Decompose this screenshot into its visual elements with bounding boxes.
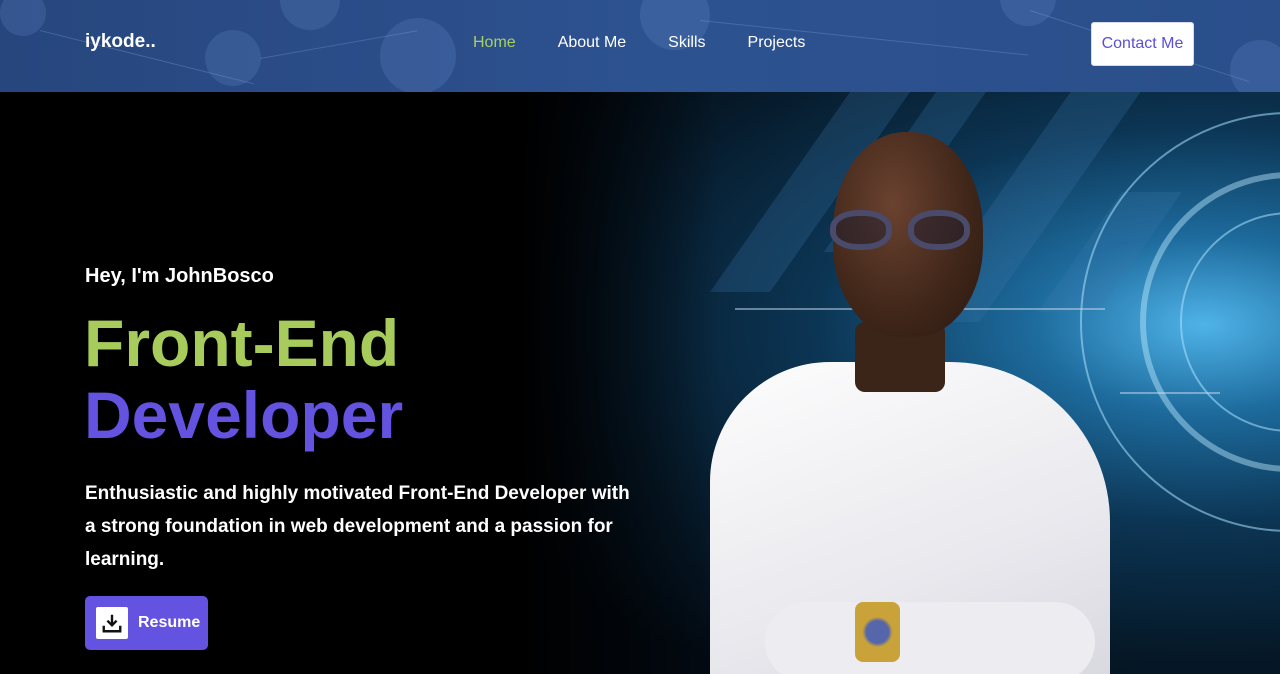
hero-title-line1: Front-End — [84, 306, 400, 380]
navbar: iykode.. Home About Me Skills Projects C… — [0, 0, 1280, 92]
hero-section: Hey, I'm JohnBosco Front-End Developer E… — [0, 92, 1280, 674]
profile-photo — [705, 132, 1125, 674]
nav-links: Home About Me Skills Projects — [473, 34, 847, 52]
brand-logo[interactable]: iykode.. — [85, 31, 156, 53]
resume-button-label: Resume — [138, 614, 201, 631]
hero-description: Enthusiastic and highly motivated Front-… — [85, 483, 630, 570]
nav-link-home[interactable]: Home — [473, 34, 516, 52]
resume-button[interactable]: Resume — [85, 596, 208, 650]
nav-link-skills[interactable]: Skills — [668, 34, 705, 52]
nav-link-projects[interactable]: Projects — [748, 34, 806, 52]
download-icon — [96, 607, 128, 639]
hero-greeting: Hey, I'm JohnBosco — [85, 265, 274, 287]
hero-title-line2: Developer — [84, 378, 404, 452]
nav-link-about-me[interactable]: About Me — [558, 34, 626, 52]
contact-me-button[interactable]: Contact Me — [1091, 22, 1194, 66]
